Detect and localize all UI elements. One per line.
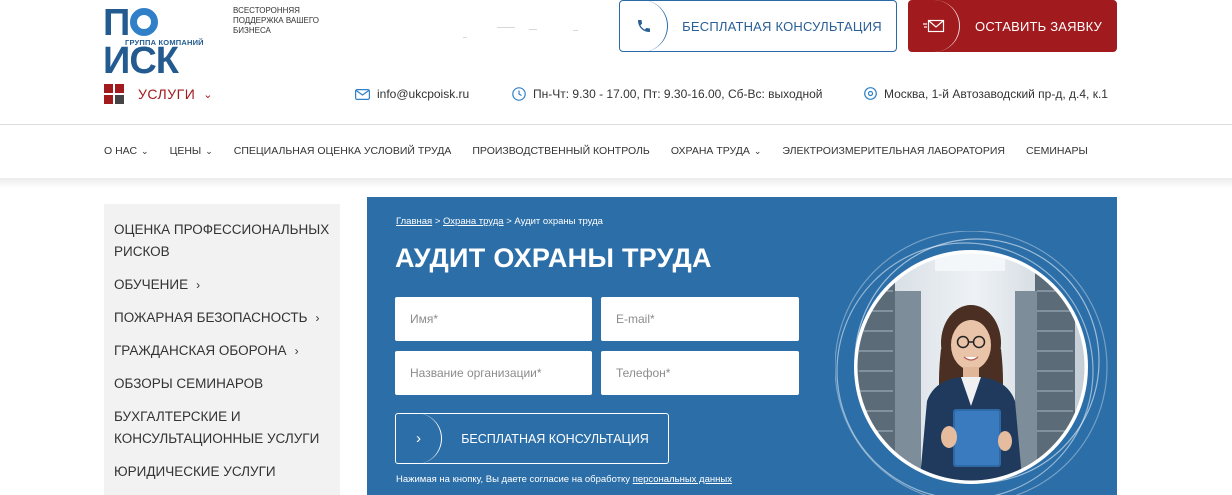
hero-banner: Главная > Охрана труда > Аудит охраны тр… — [367, 197, 1117, 495]
chevron-right-icon: › — [294, 344, 299, 358]
consent-note: Нажимая на кнопку, Вы даете согласие на … — [396, 474, 732, 485]
chevron-down-icon: ⌄ — [203, 88, 213, 101]
nav-item-about[interactable]: О НАС ⌄ — [104, 145, 149, 157]
sidebar-item-training[interactable]: ОБУЧЕНИЕ › — [114, 274, 330, 296]
working-hours: Пн-Чт: 9.30 - 17.00, Пт: 9.30-16.00, Сб-… — [512, 87, 822, 101]
breadcrumb-home[interactable]: Главная — [396, 216, 432, 227]
breadcrumb: Главная > Охрана труда > Аудит охраны тр… — [396, 216, 603, 227]
services-menu[interactable]: УСЛУГИ ⌄ — [104, 84, 212, 104]
clock-icon — [512, 87, 526, 101]
sidebar-menu: ОЦЕНКА ПРОФЕССИОНАЛЬНЫХ РИСКОВ ОБУЧЕНИЕ ›… — [104, 204, 340, 495]
address[interactable]: Москва, 1-й Автозаводский пр-д, д.4, к.1 — [864, 87, 1108, 101]
breadcrumb-labor-protection[interactable]: Охрана труда — [443, 216, 504, 227]
header-divider — [0, 124, 1232, 125]
nav-item-sout[interactable]: СПЕЦИАЛЬНАЯ ОЦЕНКА УСЛОВИЙ ТРУДА — [234, 145, 452, 157]
hero-consultation-button[interactable]: › БЕСПЛАТНАЯ КОНСУЛЬТАЦИЯ — [395, 413, 669, 464]
phone-icon — [620, 0, 668, 52]
nav-shadow — [0, 178, 1232, 188]
free-consultation-label: БЕСПЛАТНАЯ КОНСУЛЬТАЦИЯ — [682, 18, 882, 34]
grid-squares-icon — [104, 84, 124, 104]
hero-consultation-label: БЕСПЛАТНАЯ КОНСУЛЬТАЦИЯ — [461, 431, 649, 446]
chevron-down-icon: ⌄ — [205, 145, 213, 156]
chevron-right-icon: › — [315, 311, 320, 325]
leave-request-label: ОСТАВИТЬ ЗАЯВКУ — [975, 18, 1102, 34]
nav-item-seminars[interactable]: СЕМИНАРЫ — [1026, 145, 1088, 157]
sidebar-item-legal[interactable]: ЮРИДИЧЕСКИЕ УСЛУГИ — [114, 461, 330, 483]
logo-tagline: ВСЕСТОРОННЯЯ ПОДДЕРЖКА ВАШЕГО БИЗНЕСА — [233, 6, 319, 35]
chevron-right-icon: › — [196, 278, 201, 292]
page-title: АУДИТ ОХРАНЫ ТРУДА — [395, 243, 712, 273]
nav-item-production-control[interactable]: ПРОИЗВОДСТВЕННЫЙ КОНТРОЛЬ — [472, 145, 649, 157]
company-logo[interactable]: ПИСК ГРУППА КОМПАНИЙ ВСЕСТОРОННЯЯ ПОДДЕР… — [103, 4, 343, 80]
envelope-icon — [908, 0, 960, 52]
email-field[interactable] — [601, 297, 799, 341]
sidebar-item-fire-safety[interactable]: ПОЖАРНАЯ БЕЗОПАСНОСТЬ › — [114, 307, 330, 329]
logo-mark: ПИСК ГРУППА КОМПАНИЙ — [103, 4, 227, 80]
breadcrumb-current: Аудит охраны труда — [514, 216, 603, 227]
leave-request-button[interactable]: ОСТАВИТЬ ЗАЯВКУ — [908, 0, 1117, 52]
faint-decoration — [455, 25, 585, 39]
chevron-down-icon: ⌄ — [753, 145, 762, 156]
main-navigation: О НАС ⌄ ЦЕНЫ ⌄ СПЕЦИАЛЬНАЯ ОЦЕНКА УСЛОВИЙ … — [104, 145, 1109, 157]
sidebar-item-accounting[interactable]: БУХГАЛТЕРСКИЕ И КОНСУЛЬТАЦИОННЫЕ УСЛУГИ — [114, 406, 330, 450]
organization-field[interactable] — [395, 351, 592, 395]
sidebar-item-civil-defense[interactable]: ГРАЖДАНСКАЯ ОБОРОНА › — [114, 340, 330, 362]
nav-item-electrical-lab[interactable]: ЭЛЕКТРОИЗМЕРИТЕЛЬНАЯ ЛАБОРАТОРИЯ — [782, 145, 1005, 157]
name-field[interactable] — [395, 297, 592, 341]
phone-field[interactable] — [601, 351, 799, 395]
mail-icon — [355, 88, 370, 100]
sidebar-item-seminar-reviews[interactable]: ОБЗОРЫ СЕМИНАРОВ — [114, 373, 330, 395]
location-pin-icon — [864, 87, 877, 100]
address-text: Москва, 1-й Автозаводский пр-д, д.4, к.1 — [884, 87, 1108, 101]
nav-item-prices[interactable]: ЦЕНЫ ⌄ — [170, 145, 213, 157]
chevron-right-icon: › — [396, 413, 442, 464]
free-consultation-button[interactable]: БЕСПЛАТНАЯ КОНСУЛЬТАЦИЯ — [619, 0, 897, 52]
nav-item-labor-protection[interactable]: ОХРАНА ТРУДА ⌄ — [671, 145, 762, 157]
sidebar-item-risk-assessment[interactable]: ОЦЕНКА ПРОФЕССИОНАЛЬНЫХ РИСКОВ — [114, 219, 330, 263]
email-link[interactable]: info@ukcpoisk.ru — [355, 87, 469, 101]
chevron-down-icon: ⌄ — [141, 145, 149, 156]
hero-photo — [835, 231, 1108, 495]
personal-data-link[interactable]: персональных данных — [633, 474, 732, 485]
hours-text: Пн-Чт: 9.30 - 17.00, Пт: 9.30-16.00, Сб-… — [533, 87, 823, 101]
email-text: info@ukcpoisk.ru — [377, 87, 470, 101]
logo-subtitle: ГРУППА КОМПАНИЙ — [125, 38, 204, 47]
services-label: УСЛУГИ — [138, 86, 196, 102]
